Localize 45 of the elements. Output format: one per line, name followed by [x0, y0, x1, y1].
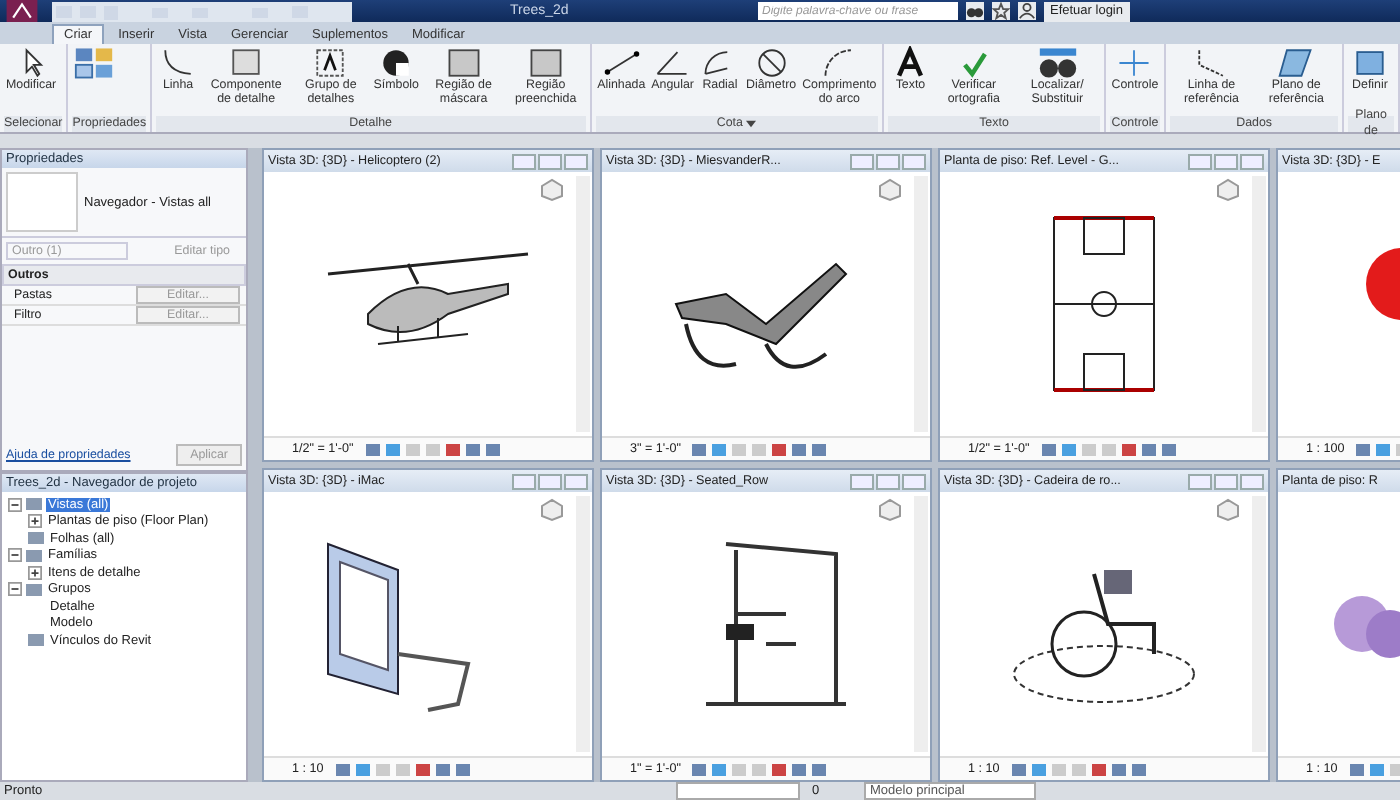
view-cube-icon[interactable] — [1216, 498, 1240, 522]
window-controls-icon[interactable] — [1188, 153, 1264, 169]
expander-icon[interactable] — [8, 582, 22, 597]
window-controls-icon[interactable] — [850, 473, 926, 489]
workset-field[interactable] — [676, 782, 800, 800]
scrollbar[interactable] — [914, 176, 928, 432]
scrollbar[interactable] — [576, 176, 590, 432]
view-cube-icon[interactable] — [878, 498, 902, 522]
region-tool-icon — [443, 46, 484, 80]
scrollbar[interactable] — [1252, 496, 1266, 752]
tree-drawing — [1366, 248, 1400, 320]
view-control-bar-icon[interactable] — [365, 441, 506, 457]
view-control-bar-icon[interactable] — [1011, 761, 1152, 777]
shrub-drawing — [1334, 596, 1400, 658]
view-cube-icon[interactable] — [878, 178, 902, 202]
scrollbar[interactable] — [576, 496, 590, 752]
view-cube-icon[interactable] — [540, 498, 564, 522]
expander-icon[interactable] — [28, 514, 42, 529]
props-tool-icon — [74, 46, 115, 80]
window-controls-icon[interactable] — [850, 153, 926, 169]
folder-icon — [26, 498, 42, 511]
window-controls-icon[interactable] — [512, 473, 588, 489]
expander-icon[interactable] — [28, 565, 42, 580]
view-control-bar-icon[interactable] — [1041, 441, 1182, 457]
window-controls-icon[interactable] — [512, 153, 588, 169]
folder-icon — [26, 583, 42, 596]
find-tool-icon — [1037, 46, 1078, 80]
user-icon — [1018, 2, 1036, 20]
angle-tool-icon — [652, 46, 693, 80]
control-tool-icon — [1114, 46, 1155, 80]
view-control-bar-icon[interactable] — [335, 761, 476, 777]
folder-icon — [28, 634, 44, 647]
binoculars-icon[interactable] — [966, 2, 984, 20]
scrollbar[interactable] — [914, 496, 928, 752]
expander-icon[interactable] — [8, 497, 22, 512]
region-tool-icon — [525, 46, 566, 80]
caret-icon[interactable] — [746, 120, 757, 128]
view-cube-icon[interactable] — [540, 178, 564, 202]
quick-access-toolbar-icon[interactable] — [52, 1, 352, 21]
view-cube-icon[interactable] — [1216, 178, 1240, 202]
expander-icon[interactable] — [8, 548, 22, 563]
star-icon[interactable] — [992, 2, 1010, 20]
window-controls-icon[interactable] — [1188, 473, 1264, 489]
dim-tool-icon — [601, 46, 642, 80]
scrollbar[interactable] — [1252, 176, 1266, 432]
